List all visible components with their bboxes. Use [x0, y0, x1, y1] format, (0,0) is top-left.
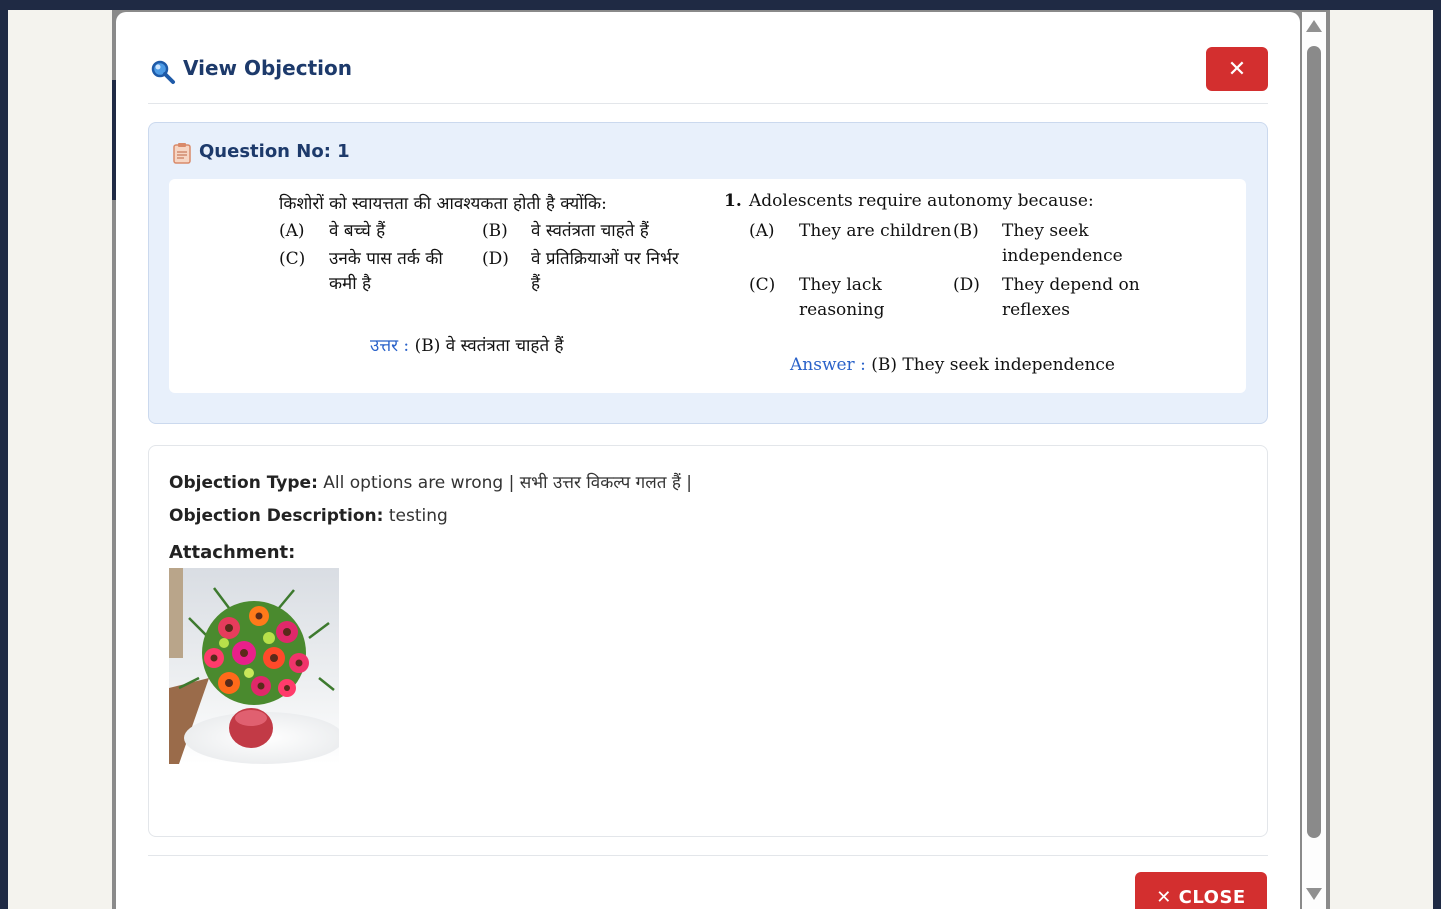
search-icon — [151, 60, 175, 84]
hindi-option-key: (D) — [482, 249, 509, 269]
objection-type-value: All options are wrong | सभी उत्तर विकल्प… — [323, 473, 692, 493]
objection-description-value: testing — [388, 506, 448, 526]
scrollbar[interactable] — [1302, 12, 1326, 909]
english-answer-text: (B) They seek independence — [871, 355, 1115, 375]
english-question-stem: Adolescents require autonomy because: — [749, 191, 1094, 211]
hindi-option-text: वे बच्चे हैं — [329, 221, 386, 241]
scroll-up-arrow-icon[interactable] — [1306, 20, 1322, 32]
objection-description-row: Objection Description: testing — [169, 506, 448, 526]
english-option-text: They seek independence — [1002, 221, 1123, 266]
attachment-image[interactable] — [169, 568, 339, 764]
hindi-option-key: (C) — [279, 249, 306, 269]
view-objection-modal: View Objection ✕ Question No: 1 किशोरों … — [116, 12, 1300, 909]
english-answer: Answer : (B) They seek independence — [790, 355, 1115, 375]
english-option-text: They lack reasoning — [799, 275, 885, 320]
english-option-text: They depend on reflexes — [1002, 275, 1140, 320]
modal-footer-divider — [148, 855, 1268, 856]
screen-frame-left — [0, 0, 8, 909]
question-card: Question No: 1 किशोरों को स्वायत्तता की … — [148, 122, 1268, 424]
hindi-option-key: (A) — [279, 221, 305, 241]
modal-title: View Objection — [183, 56, 352, 80]
hindi-option-text: वे स्वतंत्रता चाहते हैं — [531, 221, 649, 241]
question-index: 1. — [724, 191, 742, 211]
attachment-label: Attachment: — [169, 542, 296, 563]
english-option-key: (A) — [749, 221, 775, 241]
hindi-answer: उत्तर : (B) वे स्वतंत्रता चाहते हैं — [370, 333, 564, 356]
modal-header: View Objection ✕ — [148, 46, 1268, 104]
question-body: किशोरों को स्वायत्तता की आवश्यकता होती ह… — [169, 179, 1246, 393]
hindi-answer-label: उत्तर : — [370, 336, 410, 356]
clipboard-icon — [173, 143, 191, 164]
hindi-option-text: उनके पास तर्क की कमी है — [329, 249, 443, 294]
objection-type-label: Objection Type: — [169, 473, 318, 493]
scrollbar-thumb[interactable] — [1307, 46, 1321, 838]
page-top-strip — [0, 0, 1441, 10]
close-button[interactable]: ✕ CLOSE — [1135, 872, 1267, 909]
objection-type-row: Objection Type: All options are wrong | … — [169, 470, 692, 493]
scroll-down-arrow-icon[interactable] — [1306, 888, 1322, 900]
hindi-answer-text: (B) वे स्वतंत्रता चाहते हैं — [414, 336, 564, 356]
english-answer-label: Answer : — [790, 355, 866, 375]
screen-frame-right — [1433, 0, 1441, 909]
objection-details-card: Objection Type: All options are wrong | … — [148, 445, 1268, 837]
close-x-button[interactable]: ✕ — [1206, 47, 1268, 91]
hindi-option-key: (B) — [482, 221, 508, 241]
english-option-key: (C) — [749, 275, 776, 295]
hindi-option-text: वे प्रतिक्रियाओं पर निर्भर हैं — [531, 249, 679, 294]
english-option-key: (D) — [953, 275, 980, 295]
english-option-text: They are children — [799, 221, 952, 241]
question-number: Question No: 1 — [199, 141, 350, 162]
hindi-question-stem: किशोरों को स्वायत्तता की आवश्यकता होती ह… — [279, 194, 607, 214]
english-option-key: (B) — [953, 221, 979, 241]
objection-description-label: Objection Description: — [169, 506, 384, 526]
